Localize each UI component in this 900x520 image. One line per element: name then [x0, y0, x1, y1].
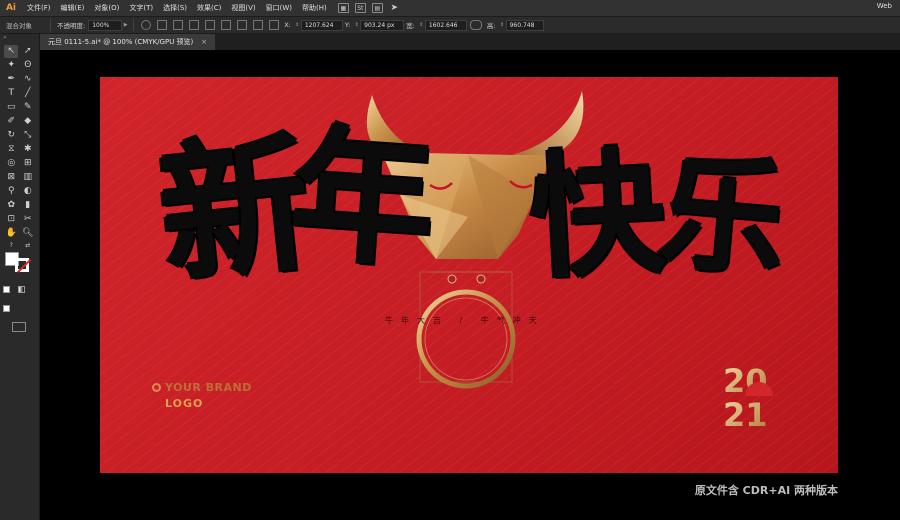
separator [50, 19, 51, 31]
document-tab-bar: 元旦 0111-5.ai* @ 100% (CMYK/GPU 预览) × [40, 34, 900, 50]
link-icon[interactable] [469, 20, 482, 30]
menu-select[interactable]: 选择(S) [158, 3, 192, 13]
document-tab-title: 元旦 0111-5.ai* @ 100% (CMYK/GPU 预览) [48, 38, 194, 46]
stepper-icon[interactable]: ⇕ [499, 21, 506, 30]
stock-icon[interactable]: St [354, 3, 366, 13]
gradient-tool-icon[interactable]: ▥ [21, 171, 35, 184]
align-middle-icon[interactable] [237, 20, 248, 30]
x-label: X: [284, 21, 291, 29]
greeting-char-4: 乐 [653, 138, 792, 296]
shaper-tool-icon[interactable]: ✐ [4, 115, 18, 128]
brand-circle-icon [152, 383, 161, 392]
height-label: 高: [486, 22, 496, 30]
workspace-switcher[interactable]: Web [877, 2, 892, 10]
lasso-tool-icon[interactable]: ʘ [21, 59, 35, 72]
send-icon[interactable]: ➤ [389, 3, 400, 13]
arrange-documents-icon[interactable]: ▤ [371, 3, 383, 13]
menu-file[interactable]: 文件(F) [22, 3, 56, 13]
x-field[interactable]: 1207.624 [300, 19, 343, 31]
menu-window[interactable]: 窗口(W) [261, 3, 297, 13]
stepper-icon[interactable]: ⇕ [418, 21, 425, 30]
symbol-sprayer-tool-icon[interactable]: ✿ [4, 199, 18, 212]
align-left-icon[interactable] [173, 20, 184, 30]
fill-stroke-swatch[interactable] [5, 252, 35, 274]
artboard-tool-icon[interactable]: ⊡ [4, 213, 18, 226]
tools-panel: » ↖ ➚ ✦ ʘ ✒ ∿ T ╱ ▭ ✎ ✐ ◆ ↻ ⤡ ⧖ ✱ ◎ ⊞ ⊠ ▥ ⚲ ◐ ✿ ▮ ⊡ ✂… [0, 34, 40, 520]
mesh-tool-icon[interactable]: ⊠ [4, 171, 18, 184]
slice-tool-icon[interactable]: ✂ [21, 213, 35, 226]
default-colors-icon[interactable]: ? [4, 239, 18, 252]
separator [133, 19, 135, 31]
none-mode-icon[interactable] [3, 305, 10, 312]
direct-selection-tool-icon[interactable]: ➚ [21, 45, 35, 58]
stroke-swatch[interactable] [15, 258, 29, 272]
y-field[interactable]: 903.24 px [360, 19, 405, 31]
graph-tool-icon[interactable]: ▮ [21, 199, 35, 212]
brand-name: YOUR BRAND [165, 381, 252, 394]
magic-wand-tool-icon[interactable]: ✦ [4, 59, 18, 72]
rotate-tool-icon[interactable]: ↻ [4, 129, 18, 142]
width-tool-icon[interactable]: ⧖ [4, 143, 18, 156]
menu-type[interactable]: 文字(T) [124, 3, 158, 13]
width-field[interactable]: 1602.646 [424, 19, 467, 31]
height-field[interactable]: 960.748 [505, 19, 544, 31]
version-caption: 原文件含 CDR+AI 两种版本 [694, 484, 838, 497]
recolor-icon[interactable] [141, 20, 152, 30]
selection-tool-icon[interactable]: ↖ [4, 44, 19, 58]
align-right-icon[interactable] [205, 20, 216, 30]
screen-mode-icon[interactable] [12, 322, 26, 332]
align-top-icon[interactable] [221, 20, 232, 30]
brand-logo-text: LOGO [165, 397, 204, 410]
eraser-tool-icon[interactable]: ◆ [21, 115, 35, 128]
menu-view[interactable]: 视图(V) [226, 3, 260, 13]
canvas[interactable]: 新 年 快 乐 牛年大吉 / 牛气冲天 YOUR BRAND LOGO 20 2… [40, 50, 900, 520]
rectangle-tool-icon[interactable]: ▭ [4, 101, 18, 114]
menu-edit[interactable]: 编辑(E) [56, 3, 90, 13]
selection-type-label: 混合对象 [6, 22, 32, 30]
brand-block: YOUR BRAND LOGO [152, 381, 252, 410]
gradient-mode-icon[interactable] [18, 286, 26, 293]
year-bottom-digits: 21 [723, 396, 768, 432]
menu-object[interactable]: 对象(O) [89, 3, 124, 13]
width-label: 宽: [406, 22, 415, 30]
close-icon[interactable]: × [201, 38, 207, 46]
align-to-icon[interactable] [157, 20, 168, 30]
menu-help[interactable]: 帮助(H) [297, 3, 332, 13]
panel-grip-icon[interactable]: » [0, 34, 39, 44]
line-tool-icon[interactable]: ╱ [21, 87, 35, 100]
opacity-label: 不透明度: [57, 22, 86, 30]
menu-effect[interactable]: 效果(C) [192, 3, 226, 13]
chevron-right-icon[interactable]: ▶ [122, 21, 129, 30]
opacity-field[interactable]: 100% [88, 19, 123, 31]
puppet-warp-tool-icon[interactable]: ✱ [21, 143, 35, 156]
control-bar: 混合对象 不透明度: 100% ▶ X: ⇕ 1207.624 Y: ⇕ 903… [0, 16, 900, 34]
slogan-text: 牛年大吉 / 牛气冲天 [385, 316, 545, 325]
perspective-grid-tool-icon[interactable]: ⊞ [21, 157, 35, 170]
stepper-icon[interactable]: ⇕ [294, 21, 301, 30]
blend-tool-icon[interactable]: ◐ [21, 185, 35, 198]
align-center-icon[interactable] [189, 20, 200, 30]
stepper-icon[interactable]: ⇕ [353, 21, 360, 30]
artboard[interactable]: 新 年 快 乐 牛年大吉 / 牛气冲天 YOUR BRAND LOGO 20 2… [100, 77, 838, 473]
bridge-icon[interactable]: ▦ [337, 3, 349, 13]
menu-bar: Ai 文件(F) 编辑(E) 对象(O) 文字(T) 选择(S) 效果(C) 视… [0, 0, 900, 16]
reference-point-icon[interactable] [269, 20, 280, 30]
app-logo: Ai [5, 3, 17, 13]
color-mode-icon[interactable] [3, 286, 10, 293]
paintbrush-tool-icon[interactable]: ✎ [21, 101, 35, 114]
swap-colors-icon[interactable]: ⇄ [21, 239, 35, 252]
greeting-char-2: 年 [284, 109, 441, 289]
y-label: Y: [344, 21, 351, 29]
pen-tool-icon[interactable]: ✒ [4, 73, 18, 86]
curvature-tool-icon[interactable]: ∿ [21, 73, 35, 86]
year-2021-mark: 20 21 [723, 362, 773, 432]
document-tab[interactable]: 元旦 0111-5.ai* @ 100% (CMYK/GPU 预览) × [40, 34, 216, 50]
scale-tool-icon[interactable]: ⤡ [21, 129, 35, 142]
align-bottom-icon[interactable] [253, 20, 264, 30]
eyedropper-tool-icon[interactable]: ⚲ [4, 185, 18, 198]
greeting-char-3: 快 [525, 131, 670, 298]
shape-builder-tool-icon[interactable]: ◎ [4, 157, 18, 170]
type-tool-icon[interactable]: T [4, 87, 18, 100]
